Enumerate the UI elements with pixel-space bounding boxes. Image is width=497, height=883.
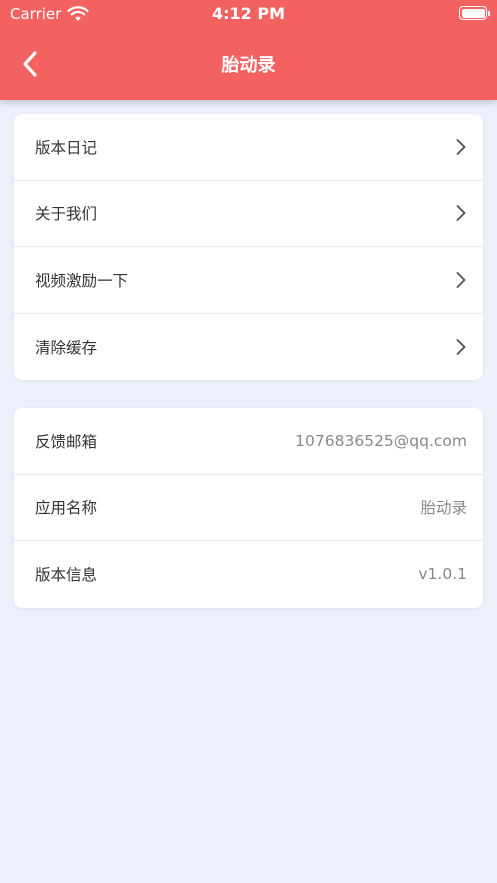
- info-row-value: 胎动录: [420, 499, 467, 518]
- chevron-right-icon: [456, 338, 466, 355]
- info-card: 反馈邮箱 1076836525@qq.com 应用名称 胎动录 版本信息 v1.…: [14, 408, 483, 608]
- info-row-label: 反馈邮箱: [35, 432, 98, 451]
- info-row-feedback-email: 反馈邮箱 1076836525@qq.com: [14, 408, 483, 475]
- menu-item-video-reward[interactable]: 视频激励一下: [14, 247, 483, 314]
- menu-item-label: 关于我们: [35, 205, 98, 224]
- info-row-app-name: 应用名称 胎动录: [14, 475, 483, 541]
- chevron-right-icon: [456, 271, 466, 288]
- menu-item-clear-cache[interactable]: 清除缓存: [14, 314, 483, 381]
- page-title: 胎动录: [221, 55, 276, 76]
- nav-bar: 胎动录: [0, 28, 497, 100]
- status-time: 4:12 PM: [211, 4, 285, 23]
- info-row-value: v1.0.1: [418, 565, 467, 584]
- menu-item-label: 视频激励一下: [35, 271, 129, 290]
- menu-item-about-us[interactable]: 关于我们: [14, 181, 483, 247]
- menu-item-label: 清除缓存: [35, 338, 98, 357]
- battery-icon: [459, 6, 490, 20]
- header: Carrier 4:12 PM 胎动录: [0, 0, 497, 100]
- info-row-label: 应用名称: [35, 499, 98, 518]
- menu-card: 版本日记 关于我们 视频激励一下 清除缓存: [14, 114, 483, 380]
- info-row-version: 版本信息 v1.0.1: [14, 541, 483, 608]
- status-bar: Carrier 4:12 PM: [0, 0, 497, 28]
- chevron-right-icon: [456, 205, 466, 222]
- chevron-right-icon: [456, 138, 466, 155]
- info-row-label: 版本信息: [35, 566, 98, 585]
- menu-item-label: 版本日记: [35, 138, 98, 157]
- menu-item-version-log[interactable]: 版本日记: [14, 114, 483, 181]
- info-row-value: 1076836525@qq.com: [295, 431, 467, 450]
